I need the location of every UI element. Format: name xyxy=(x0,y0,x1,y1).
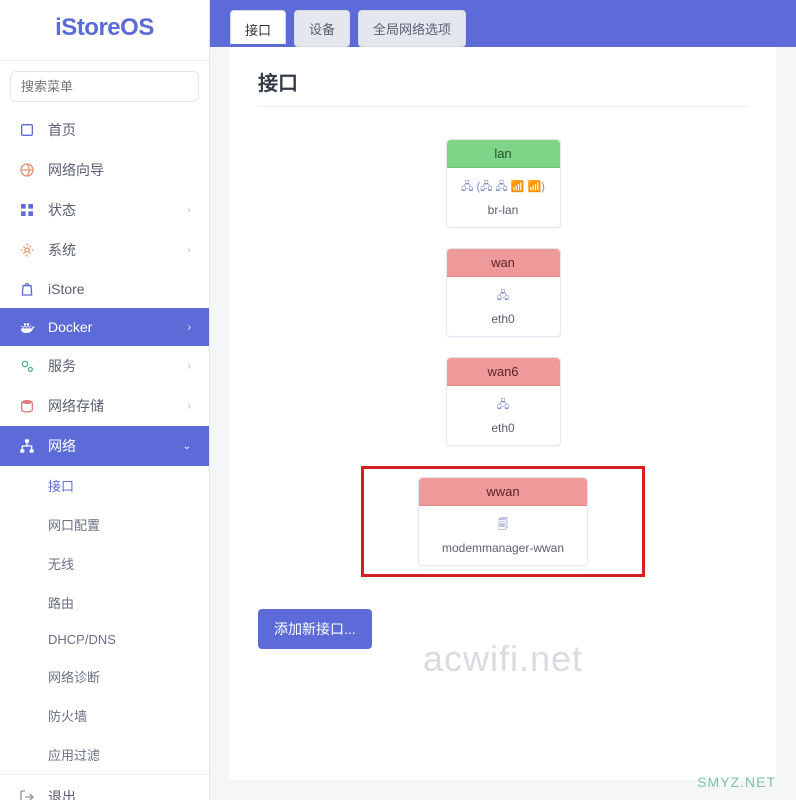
subitem-port-config[interactable]: 网口配置 xyxy=(0,505,209,544)
interface-name: lan xyxy=(447,140,560,168)
nav-label: 网络向导 xyxy=(48,160,191,180)
interface-device: modemmanager-wwan xyxy=(425,541,581,555)
nav-label: 退出 xyxy=(48,787,191,800)
chevron-right-icon: › xyxy=(188,322,191,333)
chevron-down-icon: ⌄ xyxy=(183,441,191,452)
search-input[interactable] xyxy=(10,71,199,102)
highlight-box: wwan 🗐 modemmanager-wwan xyxy=(361,466,645,577)
interface-device: br-lan xyxy=(453,203,554,217)
logo-area: iStoreOS xyxy=(0,0,209,61)
interface-name: wwan xyxy=(419,478,587,506)
sidebar-item-docker[interactable]: Docker › xyxy=(0,308,209,346)
docker-icon xyxy=(18,318,36,336)
interface-body: 🗐 modemmanager-wwan xyxy=(419,506,587,565)
interface-card-wan6[interactable]: wan6 🖧 eth0 xyxy=(446,357,561,446)
sidebar-item-services[interactable]: 服务 › xyxy=(0,346,209,386)
interface-card-wwan[interactable]: wwan 🗐 modemmanager-wwan xyxy=(418,477,588,566)
interface-name: wan xyxy=(447,249,560,277)
globe-icon xyxy=(18,161,36,179)
content: 接口 lan 🖧 (🖧 🖧 📶 📶) br-lan wan 🖧 eth0 wan… xyxy=(230,47,776,780)
grid-icon xyxy=(18,201,36,219)
interface-device: eth0 xyxy=(453,312,554,326)
tab-global-options[interactable]: 全局网络选项 xyxy=(358,10,466,47)
subitem-interfaces[interactable]: 接口 xyxy=(0,466,209,505)
nav-label: 网络 xyxy=(48,436,183,456)
logo-text: iStoreOS xyxy=(55,14,154,41)
nav-label: Docker xyxy=(48,319,188,335)
nav-label: 系统 xyxy=(48,240,188,260)
search-wrap xyxy=(0,61,209,110)
home-icon xyxy=(18,121,36,139)
sidebar-item-home[interactable]: 首页 xyxy=(0,110,209,150)
nav-label: iStore xyxy=(48,281,191,297)
gear-icon xyxy=(18,241,36,259)
chevron-right-icon: › xyxy=(188,361,191,372)
sidebar-item-system[interactable]: 系统 › xyxy=(0,230,209,270)
nav-label: 首页 xyxy=(48,120,191,140)
sidebar-item-istore[interactable]: iStore xyxy=(0,270,209,308)
logout-icon xyxy=(18,788,36,800)
modem-icon: 🗐 xyxy=(425,516,581,535)
subitem-wireless[interactable]: 无线 xyxy=(0,544,209,583)
sidebar-item-status[interactable]: 状态 › xyxy=(0,190,209,230)
port-icon: 🖧 xyxy=(453,287,554,306)
nav-label: 状态 xyxy=(48,200,188,220)
nav-label: 服务 xyxy=(48,356,188,376)
interface-device: eth0 xyxy=(453,421,554,435)
page-title: 接口 xyxy=(258,67,748,107)
tab-interfaces[interactable]: 接口 xyxy=(230,10,286,47)
chevron-right-icon: › xyxy=(188,401,191,412)
port-icons: 🖧 (🖧 🖧 📶 📶) xyxy=(453,178,554,197)
interface-body: 🖧 eth0 xyxy=(447,277,560,336)
footer-watermark: SMYZ.NET xyxy=(697,774,776,790)
port-icon: 🖧 xyxy=(453,396,554,415)
sidebar-item-logout[interactable]: 退出 xyxy=(0,774,209,800)
sidebar-item-network[interactable]: 网络 ⌄ xyxy=(0,426,209,466)
sub-nav-network: 接口 网口配置 无线 路由 DHCP/DNS 网络诊断 防火墙 应用过滤 xyxy=(0,466,209,774)
interface-card-wan[interactable]: wan 🖧 eth0 xyxy=(446,248,561,337)
sidebar-item-nas[interactable]: 网络存储 › xyxy=(0,386,209,426)
tabs-row: 接口 设备 全局网络选项 xyxy=(210,0,796,47)
add-interface-button[interactable]: 添加新接口... xyxy=(258,609,372,649)
interface-body: 🖧 eth0 xyxy=(447,386,560,445)
chevron-right-icon: › xyxy=(188,205,191,216)
subitem-firewall[interactable]: 防火墙 xyxy=(0,696,209,735)
chevron-right-icon: › xyxy=(188,245,191,256)
nav-label: 网络存储 xyxy=(48,396,188,416)
sidebar-item-wizard[interactable]: 网络向导 xyxy=(0,150,209,190)
subitem-diagnostics[interactable]: 网络诊断 xyxy=(0,657,209,696)
tab-devices[interactable]: 设备 xyxy=(294,10,350,47)
main: 接口 设备 全局网络选项 接口 lan 🖧 (🖧 🖧 📶 📶) br-lan w… xyxy=(210,0,796,800)
nav: 首页 网络向导 状态 › 系统 › iStore Docker › 服务 xyxy=(0,110,209,800)
storage-icon xyxy=(18,397,36,415)
sitemap-icon xyxy=(18,437,36,455)
sidebar: iStoreOS 首页 网络向导 状态 › 系统 › iStore xyxy=(0,0,210,800)
subitem-routes[interactable]: 路由 xyxy=(0,583,209,622)
bag-icon xyxy=(18,280,36,298)
subitem-dhcp-dns[interactable]: DHCP/DNS xyxy=(0,622,209,657)
watermark-text: acwifi.net xyxy=(423,638,583,680)
interface-body: 🖧 (🖧 🖧 📶 📶) br-lan xyxy=(447,168,560,227)
cogs-icon xyxy=(18,357,36,375)
interface-name: wan6 xyxy=(447,358,560,386)
interface-list: lan 🖧 (🖧 🖧 📶 📶) br-lan wan 🖧 eth0 wan6 🖧… xyxy=(258,119,748,597)
interface-card-lan[interactable]: lan 🖧 (🖧 🖧 📶 📶) br-lan xyxy=(446,139,561,228)
subitem-app-filter[interactable]: 应用过滤 xyxy=(0,735,209,774)
